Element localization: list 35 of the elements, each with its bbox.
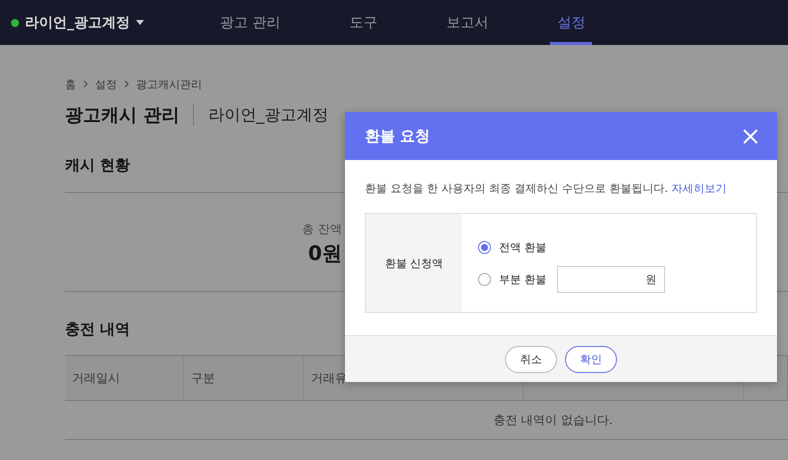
nav-tab[interactable]: 설정 xyxy=(550,0,592,45)
column-header: 구분 xyxy=(191,370,215,386)
close-icon[interactable] xyxy=(743,128,758,144)
dialog-title: 환불 요청 xyxy=(365,126,430,146)
column-header: 거래유 xyxy=(311,370,347,386)
chevron-icon xyxy=(83,80,88,88)
balance-value: 0원 xyxy=(308,240,342,267)
balance-label: 총 잔액 xyxy=(302,221,342,238)
unit-label: 원 xyxy=(646,272,656,286)
empty-message: 충전 내역이 없습니다. xyxy=(492,412,613,428)
nav-tab[interactable]: 도구 xyxy=(342,0,384,45)
account-name[interactable]: 라이언_광고계정 xyxy=(25,14,130,32)
details-link[interactable]: 자세히보기 xyxy=(671,182,726,195)
section-heading: 캐시 현황 xyxy=(65,156,132,175)
field-label: 환불 신청액 xyxy=(384,256,444,270)
nav-tab[interactable]: 보고서 xyxy=(439,0,496,45)
chevron-icon xyxy=(124,80,129,88)
nav-tab[interactable]: 광고 관리 xyxy=(213,0,288,45)
caret-icon[interactable] xyxy=(136,20,144,25)
notice-text: 환불 요청을 한 사용자의 최종 결제하신 수단으로 환불됩니다. 자세히보기 xyxy=(365,181,728,196)
page-title: 광고캐시 관리 xyxy=(65,104,180,127)
radio-button[interactable] xyxy=(478,240,491,254)
breadcrumb-link[interactable]: 설정 xyxy=(95,76,117,92)
radio-option[interactable]: 전액 환불 xyxy=(478,240,546,254)
section-heading: 충전 내역 xyxy=(65,320,132,339)
breadcrumb-link[interactable]: 광고캐시관리 xyxy=(136,76,202,92)
radio-button[interactable] xyxy=(478,272,491,286)
account-name: 라이언_광고계정 xyxy=(208,104,328,126)
confirm-button[interactable]: 확인 xyxy=(565,346,617,372)
amount-field[interactable]: 원 xyxy=(556,266,664,292)
breadcrumb-link[interactable]: 홈 xyxy=(65,76,76,92)
radio-option[interactable]: 부분 환불 xyxy=(478,272,546,286)
status-dot xyxy=(11,18,19,26)
column-header: 거래일시 xyxy=(72,370,120,386)
cancel-button[interactable]: 취소 xyxy=(505,346,557,372)
